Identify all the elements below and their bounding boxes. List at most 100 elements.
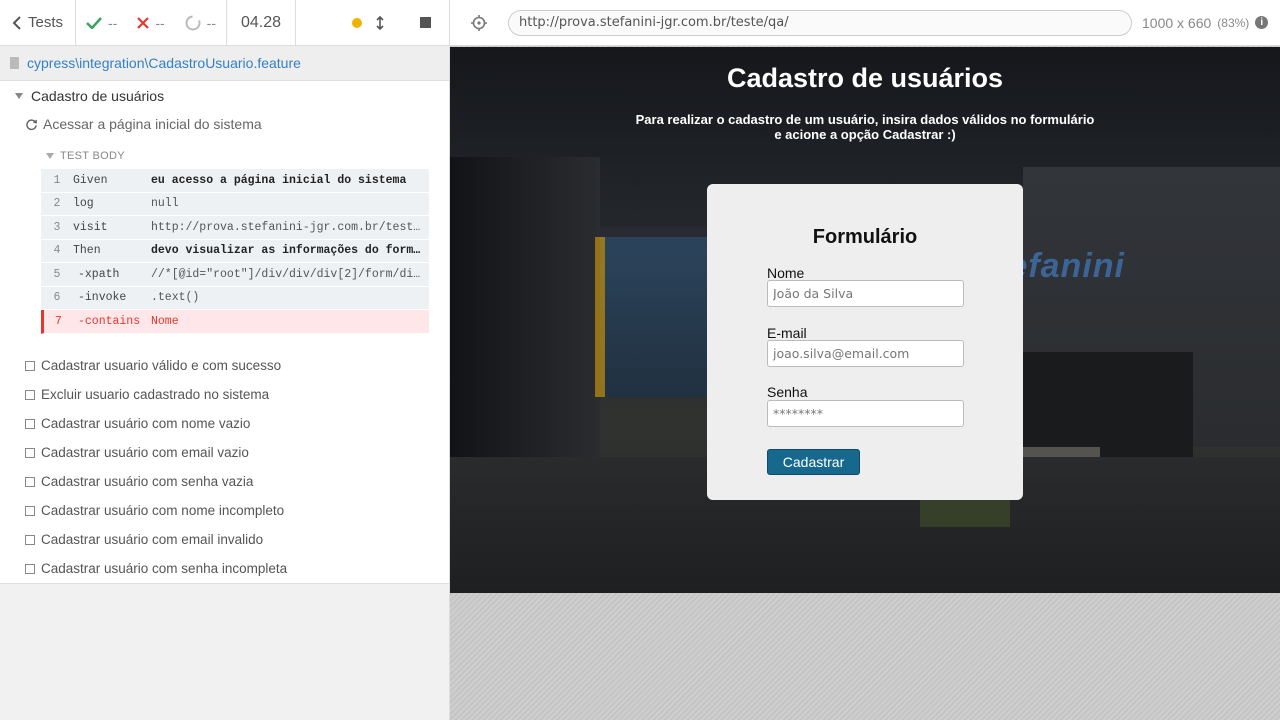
command-name: -xpath xyxy=(78,267,120,281)
checkbox-icon xyxy=(25,476,35,487)
command-name: log xyxy=(73,197,94,211)
subtitle-line: e acione a opção Cadastrar :) xyxy=(774,127,956,142)
submit-button[interactable]: Cadastrar xyxy=(767,449,860,475)
command-name: visit xyxy=(73,220,108,234)
viewport-size: 1000 x 660 xyxy=(1142,14,1212,31)
list-item[interactable]: Excluir usuario cadastrado no sistema xyxy=(25,380,287,409)
test-title: Cadastrar usuário com senha vazia xyxy=(41,474,254,489)
list-item[interactable]: Cadastrar usuario válido e com sucesso xyxy=(25,351,287,380)
viewport-info: 1000 x 660 (83%) i xyxy=(1142,14,1269,31)
test-body-label: TEST BODY xyxy=(60,150,125,162)
command-row[interactable]: 5 -xpath //*[@id="root"]/div/div/div[2]/… xyxy=(41,263,429,287)
runnables-list: Cadastro de usuários Acessar a página in… xyxy=(0,81,449,584)
command-name: Then xyxy=(73,244,101,258)
selector-playground-button[interactable] xyxy=(450,14,508,31)
page-title: Cadastro de usuários xyxy=(726,63,1004,93)
checkbox-icon xyxy=(25,360,35,371)
list-item[interactable]: Cadastrar usuário com email vazio xyxy=(25,438,287,467)
password-label: Senha xyxy=(767,384,808,400)
command-row[interactable]: 4 Then devo visualizar as informações do… xyxy=(41,239,429,263)
failed-count: -- xyxy=(127,0,174,45)
passed-count: -- xyxy=(76,0,127,45)
checkbox-icon xyxy=(25,534,35,545)
x-icon xyxy=(137,16,150,29)
checkbox-icon xyxy=(25,418,35,429)
list-item[interactable]: Cadastrar usuário com nome incompleto xyxy=(25,496,287,525)
list-item[interactable]: Cadastrar usuário com nome vazio xyxy=(25,409,287,438)
email-field[interactable] xyxy=(767,340,964,367)
command-message: Nome xyxy=(151,314,179,328)
command-number: 5 xyxy=(53,267,61,281)
background-left-wall xyxy=(450,157,600,457)
command-row[interactable]: 6 -invoke .text() xyxy=(41,286,429,310)
stats-bar: Tests -- -- -- 04.28 xyxy=(0,0,449,46)
command-row[interactable]: 3 visit http://prova.stefanini-jgr.com.b… xyxy=(41,216,429,240)
url-bar[interactable]: http://prova.stefanini-jgr.com.br/teste/… xyxy=(508,9,1132,36)
command-message: .text() xyxy=(151,291,200,305)
background-blue-glass xyxy=(600,237,710,397)
list-item[interactable]: Cadastrar usuário com email invalido xyxy=(25,525,287,554)
run-controls xyxy=(342,0,449,45)
list-item[interactable]: Cadastrar usuário com senha incompleta xyxy=(25,554,287,583)
active-test-title: Acessar a página inicial do sistema xyxy=(43,116,262,132)
command-message: devo visualizar as informações do formul… xyxy=(151,244,429,258)
command-number: 7 xyxy=(55,314,62,328)
command-log: 1 Given eu acesso a página inicial do si… xyxy=(41,169,429,334)
test-title: Excluir usuario cadastrado no sistema xyxy=(41,387,270,402)
command-number: 2 xyxy=(53,197,61,211)
command-message: //*[@id="root"]/div/div/div[2]/form/div[… xyxy=(151,267,429,281)
spec-path-link[interactable]: cypress\integration\CadastroUsuario.feat… xyxy=(27,55,301,71)
zoom-level: (83%) xyxy=(1217,15,1250,30)
checkbox-icon xyxy=(25,447,35,458)
tests-back-link[interactable]: Tests xyxy=(0,0,77,45)
subtitle-line: Para realizar o cadastro de um usuário, … xyxy=(635,112,1095,127)
caret-down-icon xyxy=(15,93,23,99)
test-body-header[interactable]: TEST BODY xyxy=(46,150,125,162)
check-icon xyxy=(86,16,102,29)
registration-form: Formulário Nome E-mail Senha Cadastrar xyxy=(707,184,1023,500)
test-title: Cadastrar usuário com senha incompleta xyxy=(41,561,288,576)
tests-link-label: Tests xyxy=(28,14,64,31)
command-message: http://prova.stefanini-jgr.com.br/teste/… xyxy=(151,220,429,234)
test-title: Cadastrar usuário com email invalido xyxy=(41,532,264,547)
test-title: Cadastrar usuário com email vazio xyxy=(41,445,249,460)
active-test[interactable]: Acessar a página inicial do sistema xyxy=(25,116,262,132)
pending-count: -- xyxy=(175,0,226,45)
stop-icon[interactable] xyxy=(420,17,431,28)
failed-value: -- xyxy=(155,14,165,31)
command-row[interactable]: 1 Given eu acesso a página inicial do si… xyxy=(41,169,429,193)
command-message: eu acesso a página inicial do sistema xyxy=(151,173,407,187)
duration-timer: 04.28 xyxy=(226,0,297,45)
pending-tests-list: Cadastrar usuario válido e com sucesso E… xyxy=(25,351,287,583)
form-title: Formulário xyxy=(812,226,918,248)
password-field[interactable] xyxy=(767,400,964,427)
command-message: null xyxy=(151,197,179,211)
test-title: Cadastrar usuario válido e com sucesso xyxy=(41,358,282,373)
reporter-panel: Tests -- -- -- 04.28 cypress\integration… xyxy=(0,0,450,720)
command-number: 4 xyxy=(53,244,61,258)
command-number: 1 xyxy=(53,173,61,187)
spec-file-bar: cypress\integration\CadastroUsuario.feat… xyxy=(0,46,449,81)
crosshair-icon xyxy=(471,14,487,31)
list-item[interactable]: Cadastrar usuário com senha vazia xyxy=(25,467,287,496)
file-icon xyxy=(10,57,19,69)
name-field[interactable] xyxy=(767,280,964,307)
checkbox-icon xyxy=(25,389,35,400)
command-name: -contains xyxy=(78,314,141,328)
running-dot-icon xyxy=(352,17,362,28)
scroll-toggle-icon[interactable] xyxy=(376,15,384,30)
command-name: Given xyxy=(73,173,108,187)
page-subtitle: Para realizar o cadastro de um usuário, … xyxy=(450,112,1280,142)
suite-title: Cadastro de usuários xyxy=(31,88,165,104)
suite-header[interactable]: Cadastro de usuários xyxy=(15,88,164,104)
command-number: 3 xyxy=(53,220,61,234)
aut-header: http://prova.stefanini-jgr.com.br/teste/… xyxy=(450,0,1280,46)
app-iframe: stefanini Cadastro de usuários Para real… xyxy=(450,47,1280,593)
name-label: Nome xyxy=(767,265,805,281)
chevron-left-icon xyxy=(12,15,21,30)
checkbox-icon xyxy=(25,563,35,574)
background-yellow-frame xyxy=(595,237,605,397)
command-row-failed[interactable]: 7 -contains Nome xyxy=(41,310,429,334)
command-row[interactable]: 2 log null xyxy=(41,192,429,216)
info-icon[interactable]: i xyxy=(1255,16,1269,29)
